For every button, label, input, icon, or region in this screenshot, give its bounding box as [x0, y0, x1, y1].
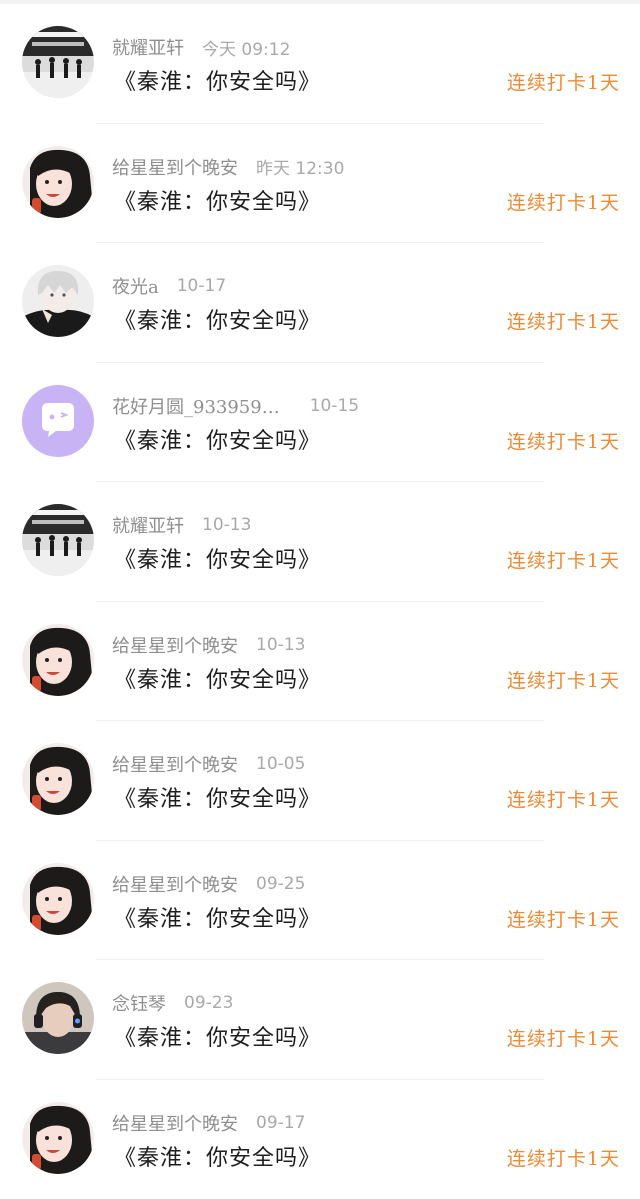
- entry-title[interactable]: 《秦淮：你安全吗》: [114, 781, 321, 813]
- avatar[interactable]: [22, 385, 94, 457]
- list-item[interactable]: 念钰琴 09-23 《秦淮：你安全吗》 连续打卡1天: [0, 960, 640, 1080]
- entry-meta: 就耀亚轩 10-13: [112, 512, 251, 538]
- username[interactable]: 花好月圆_933959…: [112, 393, 280, 419]
- dance-group-avatar: [22, 26, 94, 98]
- list-item[interactable]: 给星星到个晚安 昨天 12:30 《秦淮：你安全吗》 连续打卡1天: [0, 124, 640, 244]
- girl-portrait-avatar: [22, 1102, 94, 1174]
- username[interactable]: 给星星到个晚安: [112, 1110, 238, 1136]
- girl-portrait-avatar: [22, 146, 94, 218]
- entry-meta: 就耀亚轩 今天 09:12: [112, 34, 290, 60]
- girl-portrait-avatar: [22, 624, 94, 696]
- username[interactable]: 念钰琴: [112, 990, 166, 1016]
- entry-meta: 给星星到个晚安 09-17: [112, 1110, 305, 1136]
- streak-label: 连续打卡1天: [507, 427, 620, 454]
- streak-label: 连续打卡1天: [507, 307, 620, 334]
- timestamp: 10-13: [256, 635, 305, 655]
- timestamp: 10-15: [310, 396, 359, 416]
- avatar[interactable]: [22, 743, 94, 815]
- avatar[interactable]: [22, 265, 94, 337]
- entry-title[interactable]: 《秦淮：你安全吗》: [114, 1020, 321, 1052]
- streak-label: 连续打卡1天: [507, 666, 620, 693]
- list-item[interactable]: 给星星到个晚安 09-25 《秦淮：你安全吗》 连续打卡1天: [0, 841, 640, 961]
- username[interactable]: 就耀亚轩: [112, 34, 184, 60]
- streak-label: 连续打卡1天: [507, 905, 620, 932]
- timestamp: 今天 09:12: [202, 35, 290, 60]
- checkin-feed: 就耀亚轩 今天 09:12 《秦淮：你安全吗》 连续打卡1天 给星星到个晚安 昨…: [0, 4, 640, 1199]
- entry-title[interactable]: 《秦淮：你安全吗》: [114, 303, 321, 335]
- list-item[interactable]: 就耀亚轩 10-13 《秦淮：你安全吗》 连续打卡1天: [0, 482, 640, 602]
- timestamp: 10-05: [256, 754, 305, 774]
- entry-meta: 给星星到个晚安 09-25: [112, 871, 305, 897]
- headphones-boy-avatar: [22, 982, 94, 1054]
- entry-title[interactable]: 《秦淮：你安全吗》: [114, 662, 321, 694]
- dance-group-avatar: [22, 504, 94, 576]
- timestamp: 10-13: [202, 515, 251, 535]
- username[interactable]: 给星星到个晚安: [112, 154, 238, 180]
- avatar[interactable]: [22, 1102, 94, 1174]
- list-item[interactable]: 给星星到个晚安 09-17 《秦淮：你安全吗》 连续打卡1天: [0, 1080, 640, 1199]
- list-item[interactable]: 就耀亚轩 今天 09:12 《秦淮：你安全吗》 连续打卡1天: [0, 4, 640, 124]
- chat-bubble-avatar: [22, 385, 94, 457]
- entry-title[interactable]: 《秦淮：你安全吗》: [114, 184, 321, 216]
- username[interactable]: 给星星到个晚安: [112, 751, 238, 777]
- entry-meta: 夜光a 10-17: [112, 273, 226, 299]
- streak-label: 连续打卡1天: [507, 1024, 620, 1051]
- entry-meta: 给星星到个晚安 昨天 12:30: [112, 154, 344, 180]
- avatar[interactable]: [22, 146, 94, 218]
- entry-meta: 花好月圆_933959… 10-15: [112, 393, 359, 419]
- timestamp: 09-25: [256, 874, 305, 894]
- username[interactable]: 夜光a: [112, 273, 159, 299]
- timestamp: 昨天 12:30: [256, 154, 344, 179]
- username[interactable]: 给星星到个晚安: [112, 632, 238, 658]
- timestamp: 09-17: [256, 1113, 305, 1133]
- list-item[interactable]: 给星星到个晚安 10-13 《秦淮：你安全吗》 连续打卡1天: [0, 602, 640, 722]
- avatar[interactable]: [22, 982, 94, 1054]
- username[interactable]: 给星星到个晚安: [112, 871, 238, 897]
- girl-portrait-avatar: [22, 863, 94, 935]
- entry-title[interactable]: 《秦淮：你安全吗》: [114, 542, 321, 574]
- list-item[interactable]: 给星星到个晚安 10-05 《秦淮：你安全吗》 连续打卡1天: [0, 721, 640, 841]
- list-item[interactable]: 夜光a 10-17 《秦淮：你安全吗》 连续打卡1天: [0, 243, 640, 363]
- entry-title[interactable]: 《秦淮：你安全吗》: [114, 64, 321, 96]
- streak-label: 连续打卡1天: [507, 546, 620, 573]
- timestamp: 09-23: [184, 993, 233, 1013]
- list-item[interactable]: 花好月圆_933959… 10-15 《秦淮：你安全吗》 连续打卡1天: [0, 363, 640, 483]
- timestamp: 10-17: [177, 276, 226, 296]
- avatar[interactable]: [22, 863, 94, 935]
- white-hair-boy-avatar: [22, 265, 94, 337]
- entry-meta: 给星星到个晚安 10-13: [112, 632, 305, 658]
- username[interactable]: 就耀亚轩: [112, 512, 184, 538]
- streak-label: 连续打卡1天: [507, 68, 620, 95]
- girl-portrait-avatar: [22, 743, 94, 815]
- avatar[interactable]: [22, 26, 94, 98]
- streak-label: 连续打卡1天: [507, 1144, 620, 1171]
- entry-title[interactable]: 《秦淮：你安全吗》: [114, 1140, 321, 1172]
- streak-label: 连续打卡1天: [507, 188, 620, 215]
- entry-title[interactable]: 《秦淮：你安全吗》: [114, 901, 321, 933]
- entry-meta: 给星星到个晚安 10-05: [112, 751, 305, 777]
- entry-meta: 念钰琴 09-23: [112, 990, 233, 1016]
- avatar[interactable]: [22, 504, 94, 576]
- streak-label: 连续打卡1天: [507, 785, 620, 812]
- avatar[interactable]: [22, 624, 94, 696]
- entry-title[interactable]: 《秦淮：你安全吗》: [114, 423, 321, 455]
